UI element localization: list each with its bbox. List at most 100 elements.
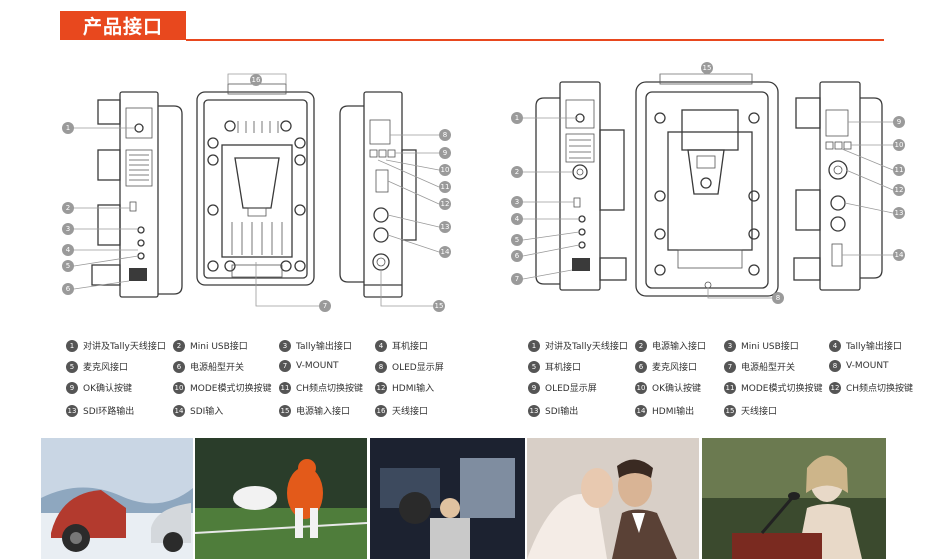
svg-text:5: 5 — [515, 236, 519, 244]
left-callout-2: 2 — [62, 202, 74, 214]
legend-item: 9 OK确认按键 — [66, 381, 132, 394]
legend-item: 2 Mini USB接口 — [173, 339, 248, 352]
legend-number: 3 — [279, 339, 291, 352]
legend-label: OLED显示屏 — [545, 384, 597, 394]
legend-label: SDI输出 — [545, 407, 579, 417]
svg-text:8: 8 — [776, 294, 780, 302]
legend-number: 11 — [279, 381, 291, 394]
legend-label: 耳机接口 — [545, 363, 582, 373]
legend-number: 16 — [375, 404, 387, 417]
legend-label: 耳机接口 — [392, 342, 429, 352]
right-callout-6: 6 — [511, 250, 523, 262]
svg-text:13: 13 — [895, 209, 904, 217]
right-callout-1: 1 — [511, 112, 523, 124]
right-callout-15: 15 — [701, 62, 713, 74]
legend-number: 10 — [635, 381, 647, 394]
legend-label: HDMI输出 — [652, 407, 695, 417]
legend-number: 9 — [66, 381, 78, 394]
legend-label: SDI环路输出 — [83, 407, 135, 417]
legend-number: 2 — [173, 339, 185, 352]
legend-number: 6 — [173, 360, 185, 373]
legend-number: 15 — [724, 404, 736, 417]
legend-number: 1 — [66, 339, 78, 352]
legend-label: 对讲及Tally天线接口 — [545, 342, 628, 352]
legend-number: 15 — [279, 404, 291, 417]
left-callout-9: 9 — [439, 147, 451, 159]
legend-item: 14 HDMI输出 — [635, 404, 694, 417]
svg-text:3: 3 — [515, 198, 519, 206]
legend-label: 天线接口 — [741, 407, 778, 417]
svg-text:5: 5 — [66, 262, 70, 270]
svg-text:16: 16 — [252, 76, 261, 84]
svg-text:13: 13 — [441, 223, 450, 231]
legend-label: 天线接口 — [392, 407, 429, 417]
svg-text:12: 12 — [895, 186, 904, 194]
svg-text:12: 12 — [441, 200, 450, 208]
svg-text:4: 4 — [66, 246, 71, 254]
right-callout-8: 8 — [772, 292, 784, 304]
legend-number: 8 — [829, 360, 841, 372]
right-callout-13: 13 — [893, 207, 905, 219]
legend-item: 10 MODE模式切换按键 — [173, 381, 271, 394]
legend-item: 14 SDI输入 — [173, 404, 223, 417]
svg-text:1: 1 — [515, 114, 519, 122]
svg-text:7: 7 — [323, 302, 327, 310]
legend-number: 14 — [635, 404, 647, 417]
legend-item: 6 麦克风接口 — [635, 360, 697, 373]
legend-number: 2 — [635, 339, 647, 352]
right-device-side-b — [793, 81, 883, 291]
left-device-side-a — [91, 91, 183, 298]
legend-number: 14 — [173, 404, 185, 417]
svg-text:9: 9 — [443, 149, 447, 157]
legend-label: OK确认按键 — [652, 384, 701, 394]
legend-number: 11 — [724, 381, 736, 394]
legend-label: Tally输出接口 — [296, 342, 352, 352]
right-legend: 1 对讲及Tally天线接口 2 电源输入接口 3 Mini USB接口 4 Tally… — [528, 339, 928, 419]
svg-text:14: 14 — [895, 251, 904, 259]
legend-item: 8 V-MOUNT — [829, 360, 889, 372]
right-callout-10: 10 — [893, 139, 905, 151]
legend-item: 5 麦克风接口 — [66, 360, 128, 373]
legend-number: 12 — [375, 381, 387, 394]
legend-item: 12 HDMI输入 — [375, 381, 434, 394]
svg-text:10: 10 — [441, 166, 450, 174]
left-device-side-b — [339, 91, 417, 298]
svg-text:11: 11 — [441, 183, 450, 191]
legend-label: 电源输入接口 — [296, 407, 351, 417]
legend-item: 4 耳机接口 — [375, 339, 428, 352]
legend-label: MODE模式切换按键 — [741, 384, 823, 394]
left-callout-3: 3 — [62, 223, 74, 235]
legend-label: CH频点切换按键 — [296, 384, 364, 394]
legend-label: HDMI输入 — [392, 384, 435, 394]
right-callout-2: 2 — [511, 166, 523, 178]
left-callout-7: 7 — [319, 300, 331, 312]
legend-item: 8 OLED显示屏 — [375, 360, 444, 373]
left-callout-1: 1 — [62, 122, 74, 134]
left-callout-4: 4 — [62, 244, 74, 256]
legend-label: 电源船型开关 — [190, 363, 245, 373]
legend-item: 13 SDI环路输出 — [66, 404, 134, 417]
legend-item: 15 天线接口 — [724, 404, 777, 417]
legend-number: 1 — [528, 339, 540, 352]
right-callout-4: 4 — [511, 213, 523, 225]
legend-number: 12 — [829, 381, 841, 394]
left-callout-13: 13 — [439, 221, 451, 233]
legend-item: 4 Tally输出接口 — [829, 339, 902, 352]
right-callout-3: 3 — [511, 196, 523, 208]
svg-text:15: 15 — [703, 64, 712, 72]
right-callout-7: 7 — [511, 273, 523, 285]
legend-label: OLED显示屏 — [392, 363, 444, 373]
film-crew-photo — [370, 438, 525, 559]
legend-label: 对讲及Tally天线接口 — [83, 342, 166, 352]
legend-item: 5 耳机接口 — [528, 360, 581, 373]
legend-label: V-MOUNT — [296, 361, 339, 371]
legend-number: 8 — [375, 360, 387, 373]
legend-item: 1 对讲及Tally天线接口 — [528, 339, 628, 352]
right-callout-11: 11 — [893, 164, 905, 176]
legend-item: 7 V-MOUNT — [279, 360, 339, 372]
legend-item: 15 电源输入接口 — [279, 404, 350, 417]
legend-label: Mini USB接口 — [741, 342, 799, 352]
legend-number: 13 — [66, 404, 78, 417]
legend-item: 1 对讲及Tally天线接口 — [66, 339, 166, 352]
legend-number: 5 — [528, 360, 540, 373]
